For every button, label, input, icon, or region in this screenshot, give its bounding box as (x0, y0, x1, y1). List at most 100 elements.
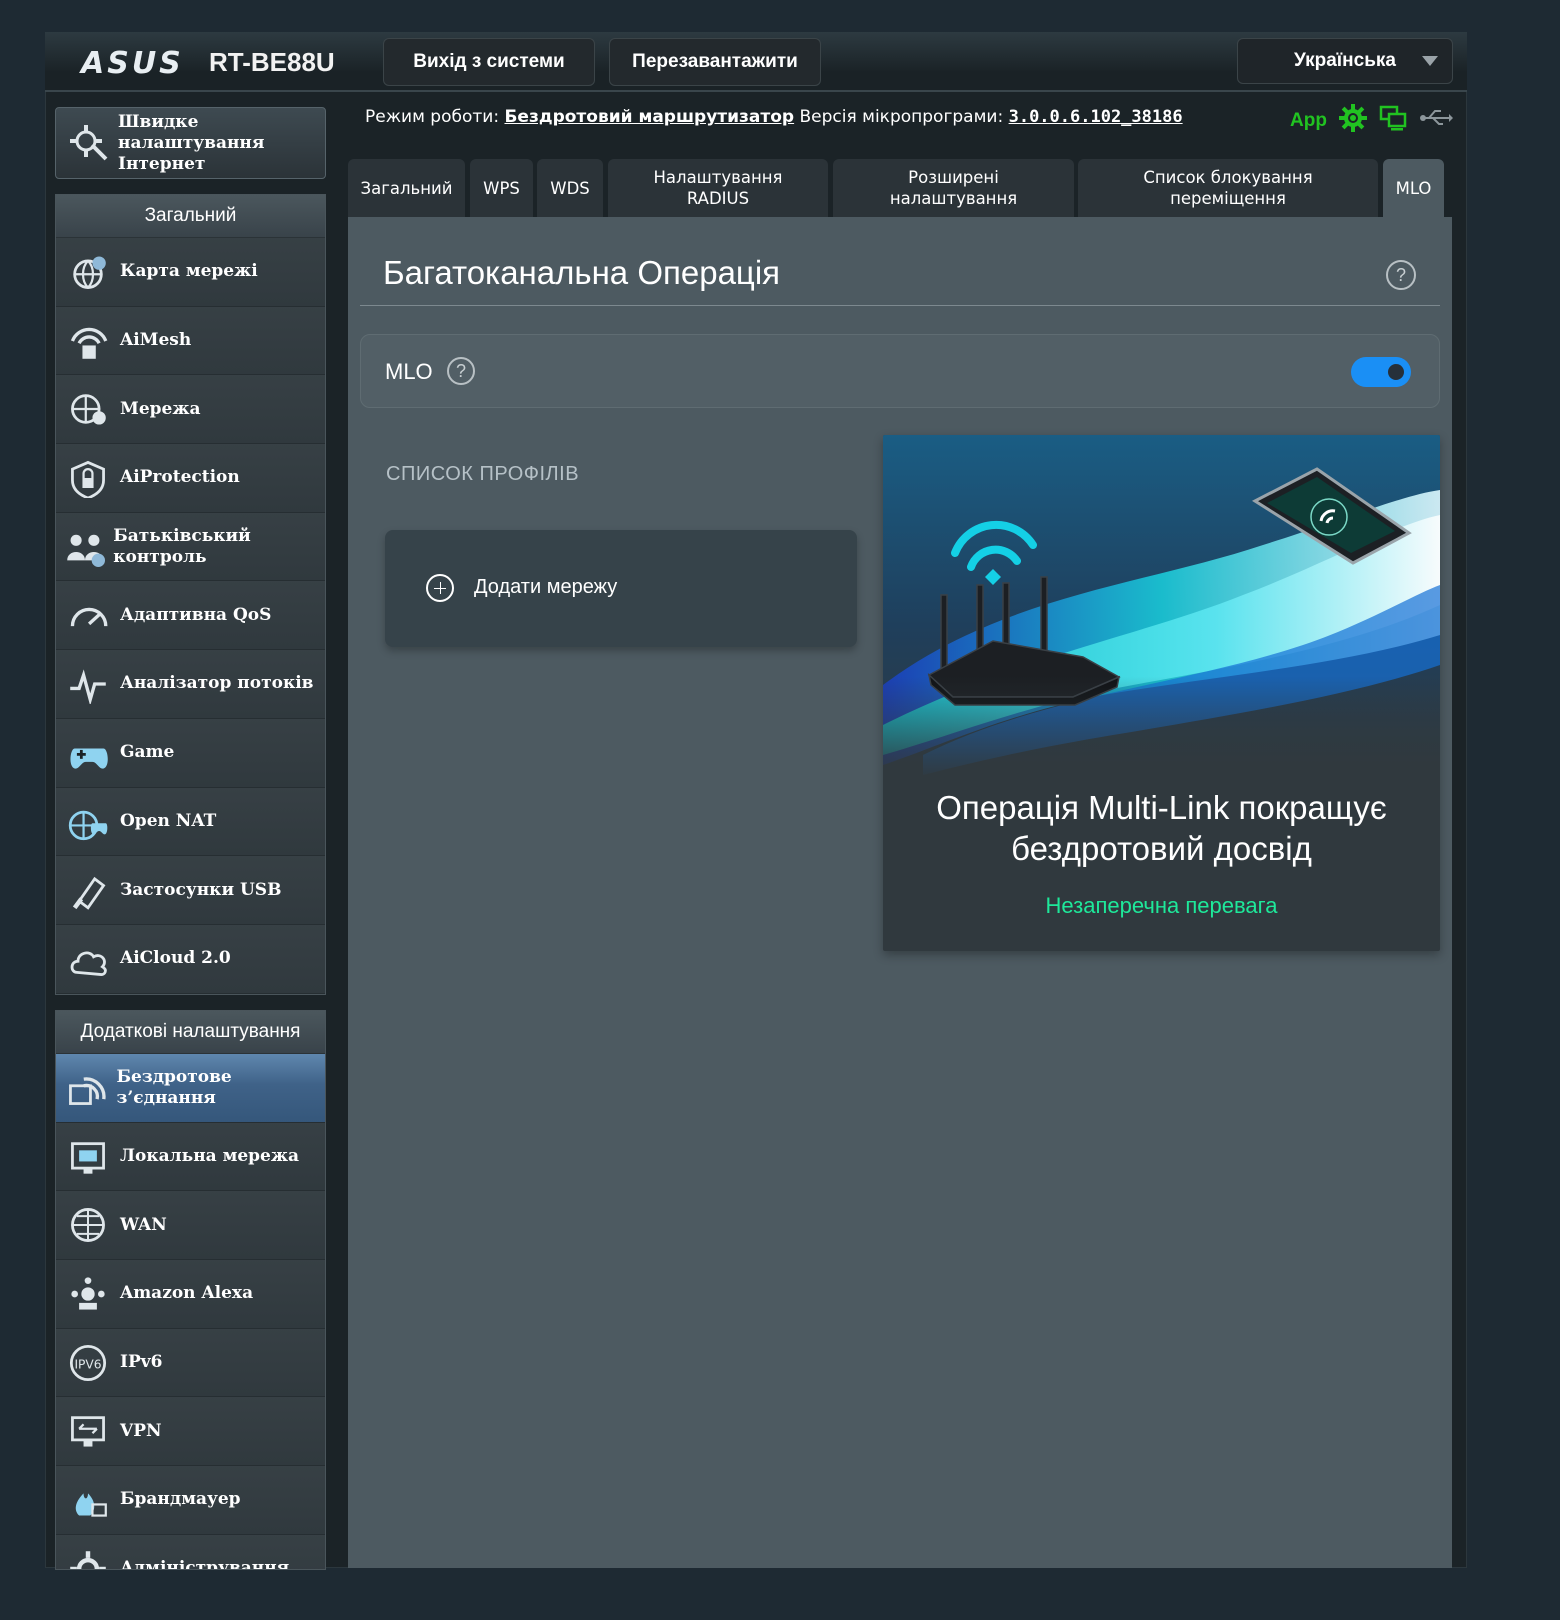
sidebar-item-label: Бездротове з’єднання (116, 1066, 232, 1108)
lan-icon (56, 1137, 120, 1177)
sidebar-item-label: Game (120, 742, 175, 763)
clients-status-icon[interactable] (1379, 104, 1409, 137)
sidebar-item-network[interactable]: Мережа (56, 375, 325, 445)
sidebar-item-wireless[interactable]: Бездротове з’єднання (56, 1054, 325, 1123)
sidebar-item-label: Адаптивна QoS (120, 604, 272, 625)
sidebar-item-alexa[interactable]: Amazon Alexa (56, 1260, 325, 1329)
sidebar-item-label: Open NAT (120, 810, 217, 831)
model-name: RT-BE88U (209, 47, 335, 77)
sidebar-item-label: Локальна мережа (120, 1146, 300, 1167)
sidebar-item-vpn[interactable]: VPN (56, 1397, 325, 1467)
gear-status-icon[interactable] (1337, 102, 1369, 139)
sidebar-item-label: VPN (120, 1420, 162, 1441)
sidebar-item-label: Адміністрування (120, 1558, 290, 1570)
firmware-label: Версія мікропрограми: (799, 107, 1004, 127)
pulse-icon (56, 664, 120, 704)
sidebar-item-shield-lock[interactable]: AiProtection (56, 444, 325, 513)
sidebar-item-nat[interactable]: Open NAT (56, 787, 325, 857)
gamepad-icon (56, 733, 120, 773)
sidebar-item-wan-globe[interactable]: WAN (56, 1191, 325, 1261)
language-select[interactable]: Українська (1237, 38, 1453, 84)
firewall-icon (56, 1480, 120, 1520)
tab-wps[interactable]: WPS (470, 159, 533, 217)
tab-mlo[interactable]: MLO (1383, 159, 1444, 217)
sidebar-item-label: AiCloud 2.0 (120, 948, 231, 969)
wan-globe-icon (56, 1205, 120, 1245)
mode-label: Режим роботи: (365, 107, 500, 127)
promo-title: Операція Multi-Link покращує бездротовий… (936, 789, 1387, 867)
quick-internet-setup[interactable]: Швидке налаштування Інтернет (55, 107, 326, 179)
sidebar-item-firewall[interactable]: Брандмауер (56, 1466, 325, 1535)
mlo-label: MLO (385, 359, 433, 384)
mlo-toggle[interactable] (1351, 357, 1411, 387)
logout-button[interactable]: Вихід з системи (383, 38, 595, 86)
sidebar-item-speedometer[interactable]: Адаптивна QoS (56, 581, 325, 651)
nat-icon (56, 801, 120, 841)
sidebar-item-label: WAN (120, 1214, 167, 1235)
sidebar-item-label: Брандмауер (120, 1489, 241, 1510)
quick-setup-icon (66, 119, 110, 168)
page-title: Багатоканальна Операція (383, 254, 781, 291)
sidebar-item-label: IPv6 (120, 1352, 163, 1373)
speedometer-icon (56, 595, 120, 635)
mlo-promo-card: Операція Multi-Link покращує бездротовий… (883, 435, 1440, 951)
sidebar-item-usb[interactable]: Застосунки USB (56, 856, 325, 925)
sidebar-item-label: Батьківський контроль (113, 525, 251, 567)
status-line: Режим роботи: Бездротовий маршрутизатор … (365, 107, 1183, 127)
title-divider (360, 305, 1440, 306)
sidebar-item-cloud[interactable]: AiCloud 2.0 (56, 924, 325, 994)
general-menu-header: Загальний (56, 195, 325, 238)
sidebar-item-mesh[interactable]: AiMesh (56, 306, 325, 376)
sidebar-item-gear[interactable]: Адміністрування (56, 1534, 325, 1570)
sidebar-item-label: Amazon Alexa (120, 1283, 254, 1304)
toggle-knob (1388, 364, 1404, 380)
tab-general[interactable]: Загальний (348, 159, 465, 217)
mode-link[interactable]: Бездротовий маршрутизатор (504, 107, 794, 127)
mlo-illustration (883, 435, 1440, 780)
main-panel: Багатоканальна Операція ? MLO ? СПИСОК П… (348, 217, 1452, 1568)
sidebar-item-gamepad[interactable]: Game (56, 718, 325, 788)
svg-text:IPV6: IPV6 (74, 1357, 101, 1371)
mesh-icon (56, 321, 120, 361)
tab-radius[interactable]: Налаштування RADIUS (608, 159, 828, 217)
mlo-setting-row: MLO ? (360, 334, 1440, 408)
sidebar-item-family[interactable]: Батьківський контроль (56, 512, 325, 582)
sidebar-item-ipv6[interactable]: IPV6 IPv6 (56, 1328, 325, 1398)
add-network-card[interactable]: Додати мережу (385, 530, 857, 647)
sidebar-item-globe-pin[interactable]: Карта мережі (56, 238, 325, 307)
vpn-icon (56, 1411, 120, 1451)
language-value: Українська (1294, 50, 1396, 71)
wireless-icon (56, 1068, 117, 1108)
globe-pin-icon (56, 252, 120, 292)
firmware-link[interactable]: 3.0.0.6.102_38186 (1009, 107, 1183, 127)
sidebar-item-lan[interactable]: Локальна мережа (56, 1122, 325, 1192)
tab-wds[interactable]: WDS (537, 159, 603, 217)
tab-advanced[interactable]: Розширені налаштування (833, 159, 1074, 217)
help-icon[interactable]: ? (1386, 260, 1416, 290)
gear-icon (56, 1549, 120, 1569)
promo-link[interactable]: Незаперечна перевага (883, 893, 1440, 919)
family-icon (56, 527, 113, 567)
app-link[interactable]: App (1290, 110, 1327, 132)
sidebar-item-pulse[interactable]: Аналізатор потоків (56, 650, 325, 719)
brand-logo: ASUS (81, 46, 184, 81)
quick-setup-label: Швидке налаштування Інтернет (118, 111, 265, 174)
shield-lock-icon (56, 458, 120, 498)
mlo-help-icon[interactable]: ? (447, 357, 475, 385)
cloud-icon (56, 939, 120, 979)
top-bar: ASUS RT-BE88U Вихід з системи Перезавант… (45, 32, 1467, 92)
tab-roaming-block[interactable]: Список блокування переміщення (1078, 159, 1378, 217)
usb-icon (56, 870, 120, 910)
advanced-menu: Додаткові налаштування Бездротове з’єдна… (55, 1010, 326, 1570)
reboot-button[interactable]: Перезавантажити (609, 38, 821, 86)
sidebar-item-label: Застосунки USB (120, 879, 282, 900)
network-icon (56, 389, 120, 429)
sidebar-item-label: AiProtection (120, 467, 240, 488)
alexa-icon (56, 1274, 120, 1314)
usb-status-icon[interactable] (1419, 108, 1453, 133)
sidebar-item-label: Аналізатор потоків (120, 673, 314, 694)
chevron-down-icon (1422, 56, 1438, 66)
add-network-label: Додати мережу (474, 576, 618, 598)
advanced-menu-header: Додаткові налаштування (56, 1011, 325, 1054)
sidebar-item-label: Мережа (120, 398, 201, 419)
